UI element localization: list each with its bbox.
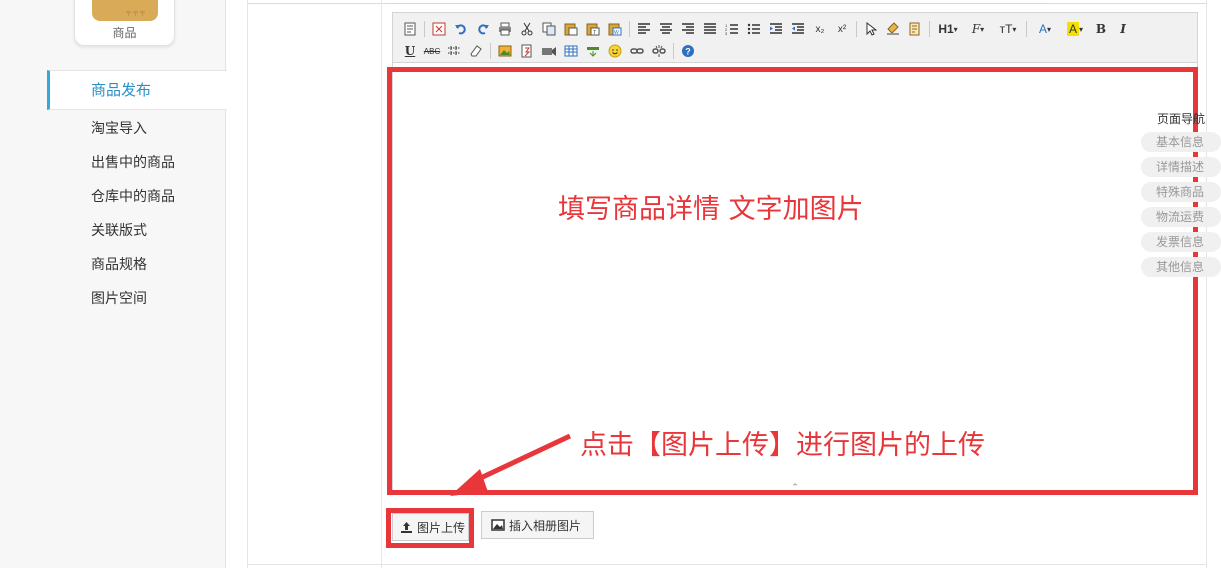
horizontal-rule-icon[interactable] [582, 41, 604, 61]
align-center-icon[interactable] [655, 19, 677, 39]
font-size-dropdown[interactable]: тT ▾ [993, 19, 1023, 39]
insert-album-image-label: 插入相册图片 [509, 518, 582, 533]
quick-format-icon[interactable] [904, 19, 926, 39]
insert-table-icon[interactable] [560, 41, 582, 61]
unordered-list-icon[interactable] [743, 19, 765, 39]
sidebar: 〒〒〒 商品 商品发布 淘宝导入 出售中的商品 仓库中的商品 关联版式 商品规格… [0, 0, 227, 568]
page-nav-item-other[interactable]: 其他信息 [1141, 257, 1221, 277]
fullscreen-icon[interactable] [428, 19, 450, 39]
page-nav: 页面导航 基本信息 详情描述 特殊商品 物流运费 发票信息 其他信息 [1141, 108, 1221, 282]
svg-text:T: T [593, 30, 596, 36]
redo-icon[interactable] [472, 19, 494, 39]
sidebar-item-related-layout[interactable]: 关联版式 [47, 213, 227, 247]
unlink-icon[interactable] [648, 41, 670, 61]
align-left-icon[interactable] [633, 19, 655, 39]
font-family-dropdown[interactable]: F ▾ [963, 19, 993, 39]
upload-icon [400, 521, 413, 534]
sidebar-item-image-space[interactable]: 图片空间 [47, 281, 227, 315]
toolbar-separator [1026, 21, 1027, 37]
annotation-arrow [450, 433, 572, 496]
svg-text:3: 3 [725, 31, 728, 35]
align-right-icon[interactable] [677, 19, 699, 39]
toolbar-separator [629, 21, 630, 37]
insert-image-icon[interactable] [494, 41, 516, 61]
eraser-icon[interactable] [465, 41, 487, 61]
page-nav-item-invoice[interactable]: 发票信息 [1141, 232, 1221, 252]
font-color-dropdown[interactable]: A ▾ [1030, 19, 1060, 39]
print-icon[interactable] [494, 19, 516, 39]
insert-album-image-button[interactable]: 插入相册图片 [481, 511, 594, 539]
size-label: тT [999, 22, 1013, 36]
underline-icon[interactable]: U [399, 41, 421, 61]
page-nav-item-special[interactable]: 特殊商品 [1141, 182, 1221, 202]
copy-icon[interactable] [538, 19, 560, 39]
heading-dropdown[interactable]: H1 ▾ [933, 19, 963, 39]
align-justify-icon[interactable] [699, 19, 721, 39]
toolbar-separator [673, 43, 674, 59]
help-icon[interactable]: ? [677, 41, 699, 61]
sidebar-nav: 商品发布 淘宝导入 出售中的商品 仓库中的商品 关联版式 商品规格 图片空间 [47, 70, 227, 315]
clear-format-icon[interactable] [882, 19, 904, 39]
upload-image-button[interactable]: 图片上传 [392, 513, 469, 541]
indent-icon[interactable] [765, 19, 787, 39]
toolbar-separator [929, 21, 930, 37]
sidebar-item-specs[interactable]: 商品规格 [47, 247, 227, 281]
frame-column-divider [381, 0, 382, 568]
spellcheck-icon[interactable]: ABC [421, 41, 443, 61]
ordered-list-icon[interactable]: 123 [721, 19, 743, 39]
frame-top-accent [388, 3, 1048, 4]
module-card-goods[interactable]: 〒〒〒 商品 [74, 0, 175, 46]
page-nav-item-basic[interactable]: 基本信息 [1141, 132, 1221, 152]
heading-label: H1 [938, 22, 954, 36]
svg-text:W: W [614, 30, 619, 36]
box-stamp: 〒〒〒 [125, 10, 146, 18]
picture-icon [491, 519, 505, 531]
sidebar-item-in-warehouse[interactable]: 仓库中的商品 [47, 179, 227, 213]
source-code-icon[interactable] [399, 19, 421, 39]
paste-word-icon[interactable]: W [604, 19, 626, 39]
outdent-icon[interactable] [787, 19, 809, 39]
toolbar-row-2: U ABC ? [399, 40, 699, 62]
sidebar-item-taobao-import[interactable]: 淘宝导入 [47, 111, 227, 145]
paste-text-icon[interactable]: T [582, 19, 604, 39]
bold-icon[interactable]: B [1090, 19, 1112, 39]
goods-box-icon: 〒〒〒 [92, 0, 158, 21]
sidebar-item-publish[interactable]: 商品发布 [47, 70, 227, 110]
toolbar-row-1: T W 123 x₂ x² H1 ▾ F ▾ тT ▾ A ▾ A ▾ B I [399, 18, 1134, 40]
font-label: F [971, 22, 981, 36]
page-nav-title: 页面导航 [1157, 112, 1206, 126]
frame-bottom-line [248, 564, 1206, 565]
toolbar-separator [490, 43, 491, 59]
subscript-icon[interactable]: x₂ [809, 19, 831, 39]
italic-icon[interactable]: I [1112, 19, 1134, 39]
select-all-icon[interactable] [860, 19, 882, 39]
module-label: 商品 [112, 26, 137, 40]
sidebar-item-on-sale[interactable]: 出售中的商品 [47, 145, 227, 179]
cut-icon[interactable] [516, 19, 538, 39]
page-nav-item-shipping[interactable]: 物流运费 [1141, 207, 1221, 227]
grid-lines-icon[interactable] [443, 41, 465, 61]
link-icon[interactable] [626, 41, 648, 61]
page-nav-item-detail[interactable]: 详情描述 [1141, 157, 1221, 177]
undo-icon[interactable] [450, 19, 472, 39]
paste-icon[interactable] [560, 19, 582, 39]
emoticon-icon[interactable] [604, 41, 626, 61]
upload-image-label: 图片上传 [417, 520, 466, 535]
svg-text:?: ? [685, 47, 691, 57]
highlight-color-dropdown[interactable]: A ▾ [1060, 19, 1090, 39]
toolbar-separator [424, 21, 425, 37]
insert-media-icon[interactable] [538, 41, 560, 61]
editor-toolbar: T W 123 x₂ x² H1 ▾ F ▾ тT ▾ A ▾ A ▾ B I … [392, 12, 1198, 62]
superscript-icon[interactable]: x² [831, 19, 853, 39]
annotation-editor-hint: 填写商品详情 文字加图片 [558, 194, 864, 225]
annotation-upload-hint: 点击【图片上传】进行图片的上传 [580, 430, 985, 461]
insert-flash-icon[interactable] [516, 41, 538, 61]
toolbar-separator [856, 21, 857, 37]
